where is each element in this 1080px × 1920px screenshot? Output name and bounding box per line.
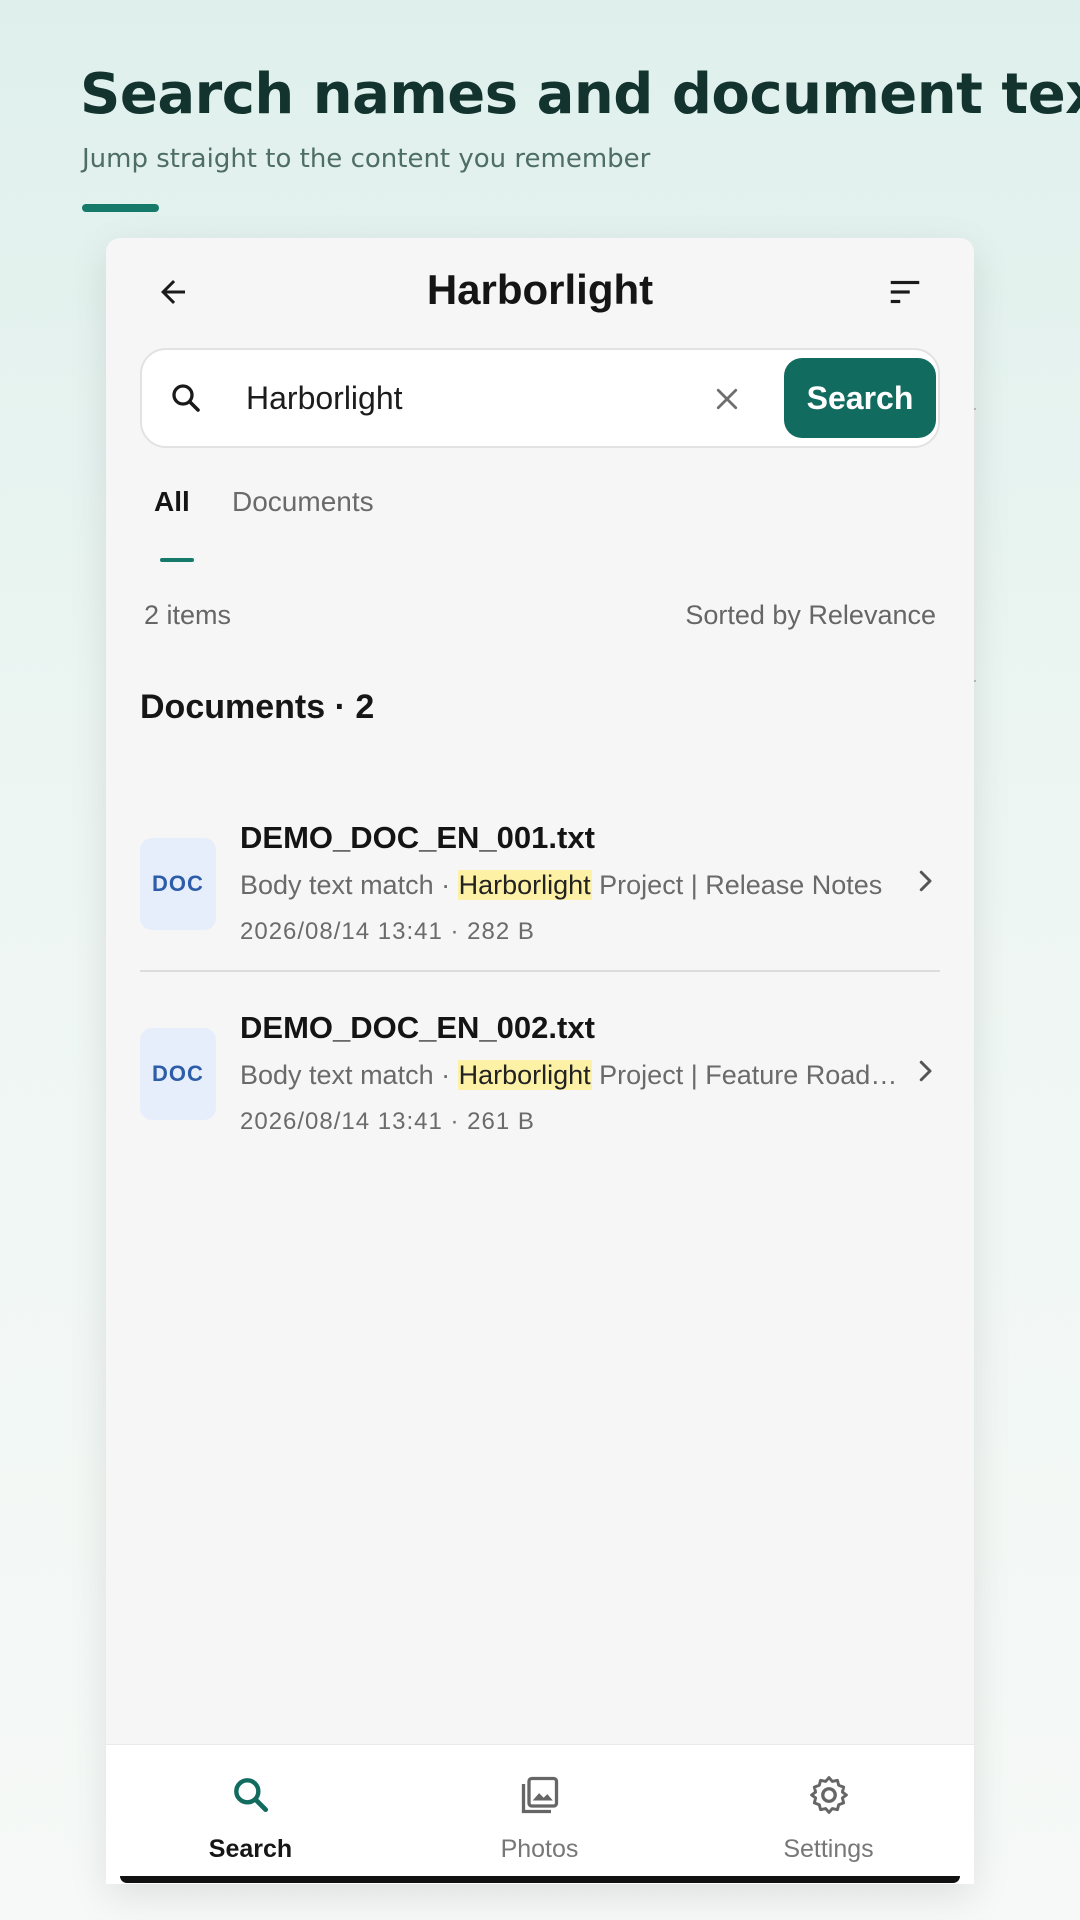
doc-file-icon: DOC <box>140 1028 216 1120</box>
nav-label: Photos <box>500 1835 579 1863</box>
sort-button[interactable] <box>873 260 937 324</box>
device-bottom-edge <box>120 1876 960 1883</box>
close-icon <box>716 388 738 410</box>
sort-icon <box>890 280 920 304</box>
doc-info: 2026/08/14 13:41 · 261 B <box>240 1108 535 1135</box>
doc-snippet: Body text match · Harborlight Project | … <box>240 1060 900 1091</box>
page-title: Harborlight <box>426 266 654 313</box>
active-tab-indicator <box>160 558 194 562</box>
nav-item-photos[interactable]: Photos <box>395 1745 684 1884</box>
doc-file-icon: DOC <box>140 838 216 930</box>
app-screen: Harborlight Search All Documents <box>106 238 974 1884</box>
snippet-suffix: Project | Feature Roadmap <box>591 1060 900 1090</box>
hero-title: Search names and document text <box>80 62 1080 127</box>
snippet-suffix: Project | Release Notes <box>591 870 883 900</box>
photos-icon <box>518 1771 562 1819</box>
app-bar: Harborlight <box>106 238 974 348</box>
nav-label: Search <box>208 1835 293 1863</box>
search-icon <box>229 1771 273 1819</box>
list-item[interactable]: DOC DEMO_DOC_EN_002.txt Body text match … <box>140 978 940 1162</box>
search-icon <box>168 380 204 421</box>
doc-size: 282 B <box>467 918 535 945</box>
snippet-highlight: Harborlight <box>457 1060 592 1090</box>
search-button[interactable]: Search <box>784 358 936 438</box>
nav-label: Settings <box>783 1835 874 1863</box>
hero-accent-bar <box>82 204 159 212</box>
list-item[interactable]: DOC DEMO_DOC_EN_001.txt Body text match … <box>140 788 940 972</box>
snippet-prefix: Body text match · <box>240 1060 458 1090</box>
chevron-right-icon <box>910 866 940 901</box>
tab-documents[interactable]: Documents <box>232 486 374 518</box>
doc-name: DEMO_DOC_EN_002.txt <box>240 1010 595 1045</box>
hero-subtitle: Jump straight to the content you remembe… <box>82 144 651 174</box>
doc-info: 2026/08/14 13:41 · 282 B <box>240 918 535 945</box>
chevron-right-icon <box>910 1056 940 1091</box>
sort-label[interactable]: Sorted by Relevance <box>685 600 936 631</box>
doc-date: 2026/08/14 13:41 <box>240 1108 443 1135</box>
search-bar: Search <box>140 348 940 448</box>
doc-snippet: Body text match · Harborlight Project | … <box>240 870 900 901</box>
bottom-navigation: Search Photos Settings <box>106 1744 974 1884</box>
doc-size: 261 B <box>467 1108 535 1135</box>
doc-date: 2026/08/14 13:41 <box>240 918 443 945</box>
search-input[interactable] <box>246 372 686 424</box>
snippet-prefix: Body text match · <box>240 870 458 900</box>
nav-item-settings[interactable]: Settings <box>684 1745 973 1884</box>
clear-search-button[interactable] <box>702 374 752 424</box>
doc-name: DEMO_DOC_EN_001.txt <box>240 820 595 855</box>
nav-item-search[interactable]: Search <box>106 1745 395 1884</box>
results-count: 2 items <box>144 600 232 630</box>
snippet-highlight: Harborlight <box>457 870 592 900</box>
gear-icon <box>807 1771 851 1819</box>
section-title: Documents · 2 <box>140 688 375 726</box>
tab-all[interactable]: All <box>154 486 190 518</box>
